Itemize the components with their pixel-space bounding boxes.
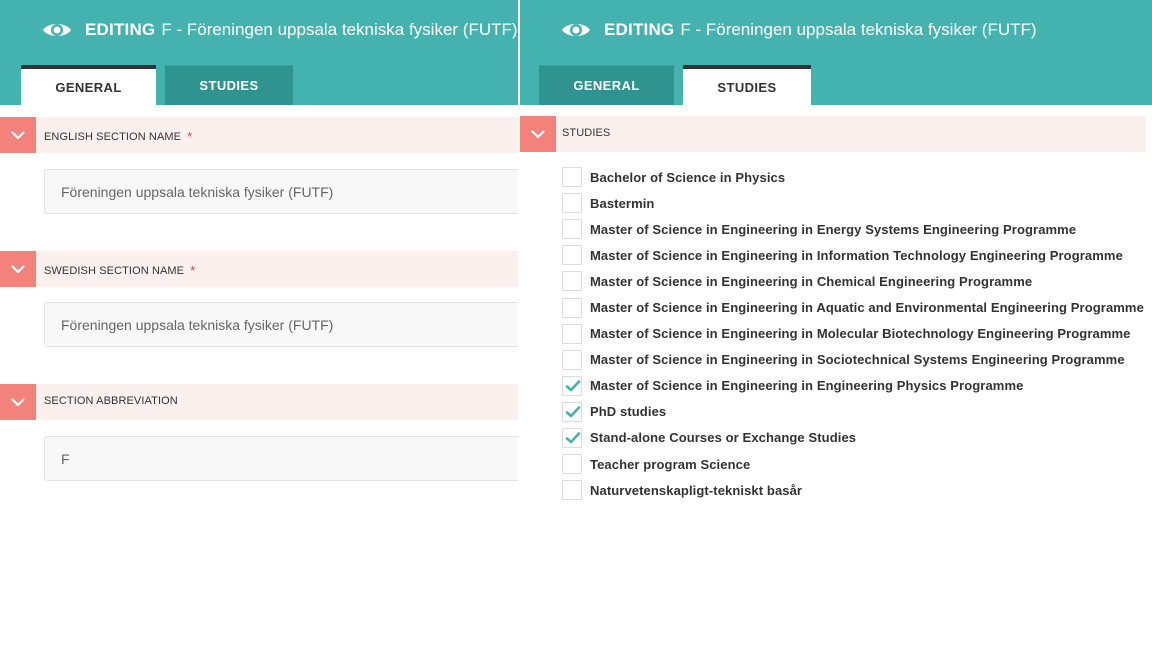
- study-option[interactable]: Master of Science in Engineering in Soci…: [562, 347, 1152, 373]
- chevron-down-icon: [11, 130, 25, 139]
- study-checkbox[interactable]: [562, 297, 582, 318]
- swedish-name-input[interactable]: [61, 316, 518, 333]
- study-checkbox[interactable]: [562, 245, 582, 266]
- study-checkbox[interactable]: [562, 193, 582, 214]
- tab-general-label: GENERAL: [573, 78, 640, 93]
- tab-general[interactable]: GENERAL: [539, 65, 674, 105]
- tab-studies[interactable]: STUDIES: [683, 65, 811, 105]
- tab-studies-label: STUDIES: [199, 78, 259, 93]
- checkmark-icon: [565, 432, 581, 444]
- study-option[interactable]: Master of Science in Engineering in Chem…: [562, 268, 1152, 294]
- tab-studies-label: STUDIES: [717, 79, 777, 95]
- study-checkbox[interactable]: [562, 375, 582, 396]
- title-section-name: F - Föreningen uppsala tekniska fysiker …: [161, 20, 518, 39]
- tab-general[interactable]: GENERAL: [21, 65, 156, 105]
- study-option[interactable]: Bastermin: [562, 190, 1152, 216]
- study-checkbox[interactable]: [562, 219, 582, 240]
- required-marker: *: [187, 129, 193, 144]
- title-prefix: EDITING: [85, 20, 156, 39]
- collapse-english-name-button[interactable]: [0, 117, 36, 153]
- eye-icon: [43, 24, 71, 36]
- page-title: EDITING F - Föreningen uppsala tekniska …: [561, 18, 1037, 42]
- swedish-name-label-text: SWEDISH SECTION NAME: [44, 265, 185, 277]
- study-checkbox[interactable]: [562, 323, 582, 344]
- title-section-name: F - Föreningen uppsala tekniska fysiker …: [680, 20, 1037, 39]
- study-option[interactable]: Teacher program Science: [562, 451, 1152, 477]
- editor-header: EDITING F - Föreningen uppsala tekniska …: [0, 0, 518, 105]
- checkmark-icon: [565, 406, 581, 418]
- editor-header: EDITING F - Föreningen uppsala tekniska …: [520, 0, 1152, 105]
- chevron-down-icon: [11, 264, 25, 273]
- study-label: Master of Science in Engineering in Mole…: [590, 326, 1131, 342]
- general-panel: EDITING F - Föreningen uppsala tekniska …: [0, 0, 518, 648]
- study-label: Stand-alone Courses or Exchange Studies: [590, 430, 857, 446]
- english-name-input[interactable]: [61, 183, 518, 200]
- study-option[interactable]: Bachelor of Science in Physics: [562, 164, 1152, 190]
- study-option[interactable]: Master of Science in Engineering in Engi…: [562, 373, 1152, 399]
- study-checkbox[interactable]: [562, 454, 582, 475]
- english-name-field[interactable]: [44, 169, 518, 214]
- study-label: Master of Science in Engineering in Engi…: [590, 378, 1024, 394]
- study-label: Master of Science in Engineering in Aqua…: [590, 300, 1144, 316]
- study-checkbox[interactable]: [562, 349, 582, 370]
- study-option[interactable]: Master of Science in Engineering in Ener…: [562, 216, 1152, 242]
- study-checkbox[interactable]: [562, 480, 582, 501]
- abbreviation-label: SECTION ABBREVIATION: [44, 395, 178, 407]
- study-checkbox[interactable]: [562, 271, 582, 292]
- checkmark-icon: [565, 379, 581, 392]
- swedish-name-label: SWEDISH SECTION NAME *: [44, 262, 196, 278]
- required-marker: *: [190, 263, 196, 278]
- abbreviation-input[interactable]: [61, 450, 518, 467]
- collapse-swedish-name-button[interactable]: [0, 251, 36, 287]
- study-label: Bastermin: [590, 195, 655, 211]
- study-checkbox[interactable]: [562, 167, 582, 188]
- page-title: EDITING F - Föreningen uppsala tekniska …: [42, 18, 518, 42]
- study-label: Master of Science in Engineering in Info…: [590, 247, 1123, 263]
- study-option[interactable]: Naturvetenskapligt-tekniskt basår: [562, 477, 1152, 503]
- english-name-label: ENGLISH SECTION NAME *: [44, 128, 193, 144]
- study-option[interactable]: Master of Science in Engineering in Aqua…: [562, 294, 1152, 320]
- english-name-section-bar: ENGLISH SECTION NAME *: [0, 117, 518, 153]
- tab-general-label: GENERAL: [55, 79, 122, 95]
- study-checkbox[interactable]: [562, 427, 582, 448]
- studies-section-bar: STUDIES: [520, 116, 1146, 152]
- studies-checkbox-list: Bachelor of Science in Physics Bastermin M…: [562, 164, 1152, 503]
- study-option[interactable]: Master of Science in Engineering in Mole…: [562, 321, 1152, 347]
- study-label: Master of Science in Engineering in Ener…: [590, 221, 1077, 237]
- study-label: PhD studies: [590, 404, 667, 420]
- collapse-studies-button[interactable]: [520, 116, 556, 152]
- study-option[interactable]: Stand-alone Courses or Exchange Studies: [562, 425, 1152, 451]
- swedish-name-section-bar: SWEDISH SECTION NAME *: [0, 251, 518, 287]
- chevron-down-icon: [531, 129, 545, 138]
- study-label: Teacher program Science: [590, 456, 751, 472]
- study-label: Master of Science in Engineering in Soci…: [590, 352, 1125, 368]
- collapse-abbreviation-button[interactable]: [0, 384, 36, 420]
- study-label: Bachelor of Science in Physics: [590, 169, 786, 185]
- studies-label: STUDIES: [562, 127, 611, 139]
- tab-studies[interactable]: STUDIES: [165, 65, 293, 105]
- abbreviation-field[interactable]: [44, 436, 518, 481]
- study-label: Master of Science in Engineering in Chem…: [590, 273, 1033, 289]
- abbreviation-section-bar: SECTION ABBREVIATION: [0, 384, 518, 420]
- study-option[interactable]: Master of Science in Engineering in Info…: [562, 242, 1152, 268]
- chevron-down-icon: [11, 397, 25, 406]
- swedish-name-field[interactable]: [44, 302, 518, 347]
- eye-icon: [562, 24, 590, 36]
- english-name-label-text: ENGLISH SECTION NAME: [44, 131, 182, 143]
- study-label: Naturvetenskapligt-tekniskt basår: [590, 482, 803, 498]
- title-prefix: EDITING: [604, 20, 675, 39]
- study-checkbox[interactable]: [562, 401, 582, 422]
- studies-panel: EDITING F - Föreningen uppsala tekniska …: [520, 0, 1152, 648]
- study-option[interactable]: PhD studies: [562, 399, 1152, 425]
